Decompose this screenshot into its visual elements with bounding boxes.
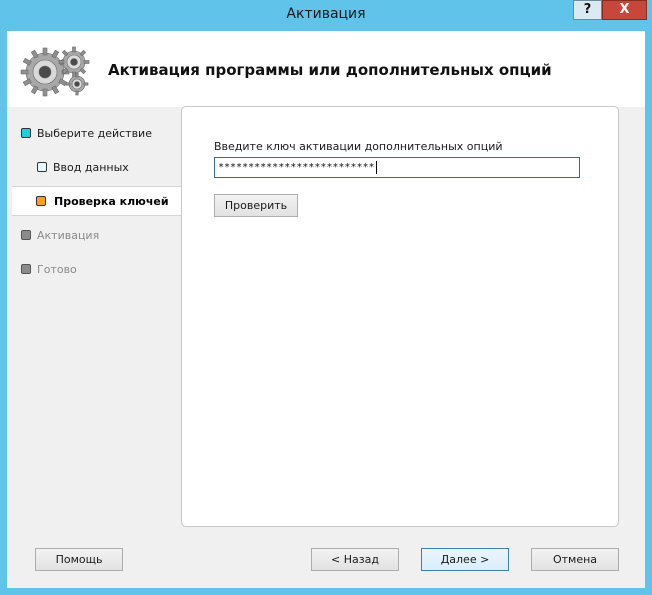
page-title: Активация программы или дополнительных о… [108, 61, 552, 79]
content-panel: Введите ключ активации дополнительных оп… [181, 106, 619, 527]
activation-key-input[interactable]: ************************** [214, 157, 580, 178]
cancel-button[interactable]: Отмена [531, 548, 619, 571]
step-done-indicator-icon [37, 162, 47, 172]
step-pending-indicator-icon [21, 264, 31, 274]
header-banner: Активация программы или дополнительных о… [7, 31, 645, 107]
step-done: Готово [7, 255, 182, 285]
text-caret [375, 160, 377, 174]
help-title-button[interactable]: ? [573, 0, 602, 20]
window-title: Активация [286, 6, 366, 22]
key-label: Введите ключ активации дополнительных оп… [214, 140, 503, 153]
check-button[interactable]: Проверить [214, 194, 298, 217]
next-button[interactable]: Далее > [421, 548, 509, 571]
step-choose-action: Выберите действие [7, 119, 182, 149]
wizard-steps: Выберите действие Ввод данных Проверка к… [7, 107, 182, 527]
dialog-client: Активация программы или дополнительных о… [7, 31, 645, 588]
step-activation: Активация [7, 221, 182, 251]
close-button[interactable]: X [602, 0, 647, 20]
step-data-input: Ввод данных [7, 153, 182, 183]
step-current-indicator-icon [36, 196, 46, 206]
title-bar: Активация ? X [0, 0, 652, 32]
step-pending-indicator-icon [21, 230, 31, 240]
help-button[interactable]: Помощь [35, 548, 123, 571]
back-button[interactable]: < Назад [311, 548, 399, 571]
activation-key-value: ************************** [218, 162, 375, 173]
gears-icon [20, 46, 90, 97]
step-key-check: Проверка ключей [12, 186, 182, 216]
activation-dialog: Активация ? X Активация программы или до… [0, 0, 652, 595]
step-done-indicator-icon [21, 128, 31, 138]
